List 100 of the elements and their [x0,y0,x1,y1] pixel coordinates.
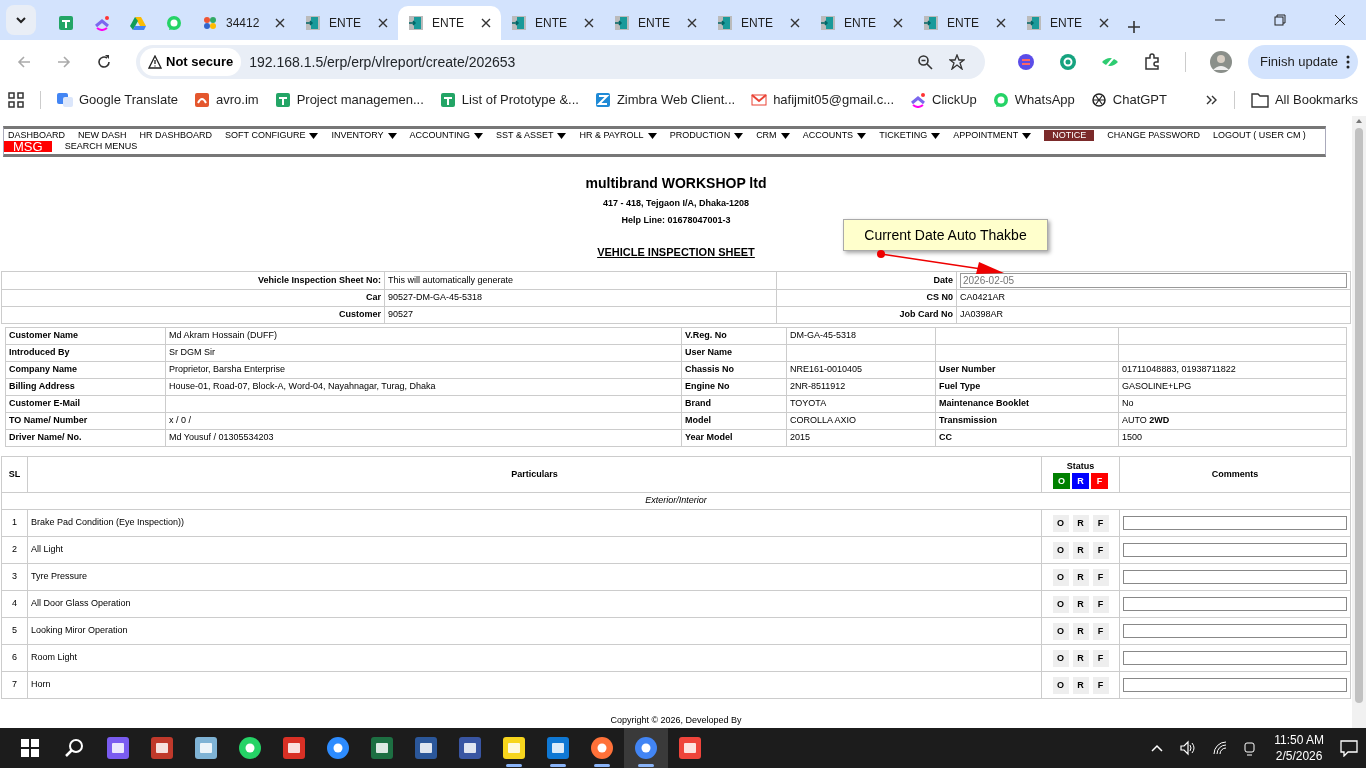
comment-field[interactable] [1123,542,1347,557]
bookmark[interactable]: ChatGPT [1090,90,1167,110]
status-option[interactable]: O [1052,541,1069,559]
date-field[interactable]: 2026-02-05 [960,272,1347,288]
close-icon[interactable] [584,18,594,28]
url-field[interactable]: 192.168.1.5/erp/erp/vlreport/create/202653 [249,51,909,73]
comment-field[interactable] [1123,650,1347,665]
menu-link[interactable]: TICKETING [879,130,941,141]
status-option[interactable]: F [1092,541,1109,559]
bookmark[interactable]: List of Prototype &... [439,90,579,110]
notification-icon[interactable] [1340,739,1358,757]
menu-link[interactable]: NOTICE [1044,130,1095,141]
close-icon[interactable] [687,18,697,28]
status-option[interactable]: F [1092,568,1109,586]
browser-tab[interactable]: ENTE [913,6,1016,40]
bookmark[interactable]: ClickUp [910,90,977,110]
new-tab-icon[interactable] [1127,19,1141,34]
close-icon[interactable] [481,18,491,28]
extension-icon[interactable] [1058,53,1077,71]
menu-link[interactable]: SST & ASSET [496,130,567,141]
speaker-icon[interactable] [1180,740,1197,756]
status-option[interactable]: F [1092,514,1109,532]
bookmark-star-icon[interactable] [948,54,965,70]
bookmark[interactable]: avro.im [194,90,259,110]
close-icon[interactable] [996,18,1006,28]
status-option[interactable]: O [1052,649,1069,667]
bookmark-folder[interactable]: All Bookmarks [1250,90,1358,110]
close-icon[interactable] [790,18,800,28]
menu-link[interactable]: CRM [756,130,790,141]
browser-tab[interactable]: ENTE [1016,6,1119,40]
menu-link[interactable]: HR & PAYROLL [579,130,657,141]
status-option[interactable]: R [1072,649,1089,667]
bookmark[interactable]: Google Translate [57,90,178,110]
extensions-icon[interactable] [1142,53,1161,71]
restore-icon[interactable] [1274,14,1286,26]
reload-icon[interactable] [96,54,112,70]
status-option[interactable]: O [1052,622,1069,640]
menu-link[interactable]: NEW DASH [78,130,127,141]
bookmark[interactable]: Project managemen... [274,90,424,110]
close-icon[interactable] [378,18,388,28]
site-info-button[interactable]: Not secure [140,48,242,76]
extension-icon[interactable] [1016,53,1035,71]
clock[interactable]: 11:50 AM 2/5/2026 [1274,732,1324,764]
status-option[interactable]: R [1072,595,1089,613]
status-option[interactable]: F [1092,595,1109,613]
comment-field[interactable] [1123,623,1347,638]
status-option[interactable]: R [1072,541,1089,559]
avatar-icon[interactable] [1209,51,1232,73]
status-option[interactable]: O [1052,514,1069,532]
taskbar-app[interactable] [624,728,668,768]
app-icon [370,736,394,760]
status-option[interactable]: F [1092,622,1109,640]
browser-tab[interactable]: 34412 [192,6,295,40]
menu-link[interactable]: INVENTORY [331,130,397,141]
comment-field[interactable] [1123,596,1347,611]
menu-link[interactable]: SOFT CONFIGURE [225,130,319,141]
double-chevron-icon[interactable] [1205,94,1218,106]
close-window-icon[interactable] [1334,14,1346,26]
status-option[interactable]: R [1072,568,1089,586]
row-number: 2 [1,536,28,564]
tab-search-button[interactable] [6,5,36,35]
wifi-icon[interactable] [1212,740,1229,756]
apps-grid-icon[interactable] [8,92,24,108]
status-option[interactable]: R [1072,514,1089,532]
menu-link[interactable]: LOGOUT ( USER CM ) [1213,130,1306,141]
close-icon[interactable] [275,18,285,28]
menu-link[interactable]: ACCOUNTING [409,130,484,141]
browser-tab[interactable]: ENTE [295,6,398,40]
zoom-icon[interactable] [916,54,933,70]
bookmark[interactable]: Zimbra Web Client... [594,90,736,110]
close-icon[interactable] [1099,18,1109,28]
browser-tab[interactable]: ENTE [604,6,707,40]
browser-tab[interactable]: ENTE [501,6,604,40]
field-value: 90527-DM-GA-45-5318 [384,289,777,307]
bookmark[interactable]: WhatsApp [992,90,1075,110]
browser-tab[interactable]: ENTE [707,6,810,40]
menu-link[interactable]: APPOINTMENT [953,130,1032,141]
finish-update-button[interactable]: Finish update [1247,45,1358,79]
menu-link[interactable]: DASHBOARD [8,130,65,141]
browser-tab[interactable]: ENTE [398,6,501,40]
menu-link[interactable]: SEARCH MENUS [64,141,138,152]
comment-field[interactable] [1123,677,1347,692]
close-icon[interactable] [893,18,903,28]
bookmark[interactable]: hafijmit05@gmail.c... [751,90,894,110]
menu-link[interactable]: HR DASHBOARD [139,130,213,141]
browser-tab[interactable]: ENTE [810,6,913,40]
status-option[interactable]: R [1072,676,1089,694]
status-option[interactable]: O [1052,568,1069,586]
menu-link[interactable]: PRODUCTION [669,130,744,141]
menu-link[interactable]: MSG [4,141,52,152]
status-option[interactable]: F [1092,676,1109,694]
status-option[interactable]: F [1092,649,1109,667]
comment-field[interactable] [1123,569,1347,584]
menu-link[interactable]: CHANGE PASSWORD [1107,130,1201,141]
status-option[interactable]: R [1072,622,1089,640]
menu-link[interactable]: ACCOUNTS [802,130,867,141]
status-option[interactable]: O [1052,676,1069,694]
comment-field[interactable] [1123,515,1347,530]
status-option[interactable]: O [1052,595,1069,613]
scrollbar[interactable] [1352,116,1366,728]
